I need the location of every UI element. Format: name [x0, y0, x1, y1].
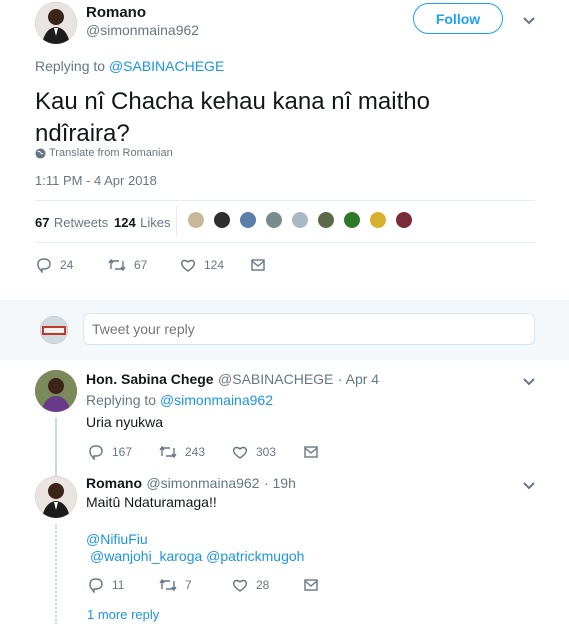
reply1-like-count: 303: [256, 445, 277, 459]
reply2-text: Maitû Ndaturamaga!!: [86, 494, 217, 510]
reply1-time[interactable]: · Apr 4: [338, 371, 379, 387]
reply-icon: [37, 258, 51, 273]
reply2-mention-nifiufiu[interactable]: @NifiuFiu: [86, 531, 148, 547]
author-name[interactable]: Romano: [86, 4, 146, 21]
follow-button[interactable]: Follow: [413, 3, 503, 34]
reply2-time[interactable]: · 19h: [264, 475, 296, 491]
reply1-replying-prefix: Replying to: [86, 392, 157, 408]
liker-avatar[interactable]: [186, 210, 206, 230]
liker-avatar[interactable]: [264, 210, 284, 230]
liker-avatar[interactable]: [368, 210, 388, 230]
author-handle[interactable]: @simonmaina962: [86, 22, 199, 38]
reply-icon: [89, 445, 103, 460]
reply2-mentions-line: @wanjohi_karoga @patrickmugoh: [90, 548, 304, 564]
reply2-mention-wanjohi[interactable]: @wanjohi_karoga: [90, 548, 202, 564]
retweets-label: Retweets: [53, 215, 109, 230]
reply1-reply-action[interactable]: 167: [88, 444, 132, 460]
author-avatar[interactable]: [35, 2, 77, 44]
liker-avatar[interactable]: [290, 210, 310, 230]
retweet-action[interactable]: 67: [108, 257, 147, 273]
reply2-header: Romano @simonmaina962 · 19h: [86, 475, 296, 493]
reply-icon: [89, 578, 103, 593]
dm-action[interactable]: [250, 257, 274, 273]
reply1-replying-to: Replying to @simonmaina962: [86, 392, 273, 408]
liker-avatar[interactable]: [238, 210, 258, 230]
retweets-stat[interactable]: 67 Retweets: [35, 214, 108, 232]
mail-icon: [251, 259, 265, 271]
reply2-avatar[interactable]: [35, 476, 77, 518]
liker-avatar[interactable]: [394, 210, 414, 230]
tweet-text: Kau nî Chacha kehau kana nî maitho ndîra…: [35, 86, 535, 150]
thread-line: [55, 524, 57, 624]
liker-avatar[interactable]: [342, 210, 362, 230]
retweet-count: 67: [134, 258, 148, 272]
reply2-like-count: 28: [256, 578, 270, 592]
chevron-down-icon[interactable]: [521, 477, 537, 493]
tweet-text-line2: ndîraira?: [35, 120, 130, 147]
heart-icon: [232, 446, 248, 459]
like-action[interactable]: 124: [180, 257, 224, 273]
reply1-author-handle[interactable]: @SABINACHEGE: [218, 371, 333, 387]
stats-divider: [176, 206, 177, 236]
reply2-reply-count: 11: [112, 578, 125, 592]
reply1-header: Hon. Sabina Chege @SABINACHEGE · Apr 4: [86, 371, 379, 389]
reply2-author-name[interactable]: Romano: [86, 475, 142, 491]
liker-avatar[interactable]: [316, 210, 336, 230]
replying-prefix: Replying to: [35, 58, 106, 74]
reply1-text: Uria nyukwa: [86, 414, 164, 430]
thread-line: [55, 418, 57, 476]
globe-icon: [35, 147, 46, 159]
replying-to-link[interactable]: @SABINACHEGE: [109, 58, 224, 74]
reply1-retweet-count: 243: [185, 445, 206, 459]
timestamp[interactable]: 1:11 PM - 4 Apr 2018: [35, 173, 157, 188]
liker-avatar[interactable]: [212, 210, 232, 230]
mail-icon: [304, 579, 318, 591]
viewer-avatar: [40, 316, 68, 344]
chevron-down-icon[interactable]: [521, 373, 537, 389]
retweet-icon: [159, 445, 177, 459]
likes-stat[interactable]: 124 Likes: [114, 214, 171, 232]
likes-label: Likes: [140, 215, 171, 230]
reply1-dm-action[interactable]: [303, 444, 327, 460]
reply2-dm-action[interactable]: [303, 577, 327, 593]
divider-top: [35, 200, 535, 201]
reply2-like-action[interactable]: 28: [232, 577, 269, 593]
translate-link[interactable]: Translate from Romanian: [35, 147, 173, 159]
tweet-text-line1: Kau nî Chacha kehau kana nî maitho: [35, 88, 430, 115]
reply1-avatar[interactable]: [35, 370, 77, 412]
reply2-reply-action[interactable]: 11: [88, 577, 124, 593]
mail-icon: [304, 446, 318, 458]
heart-icon: [232, 579, 248, 592]
replying-to: Replying to @SABINACHEGE: [35, 58, 224, 74]
likes-count: 124: [114, 215, 136, 230]
like-count: 124: [204, 258, 225, 272]
translate-label[interactable]: Translate from Romanian: [49, 147, 173, 159]
reply2-author-handle[interactable]: @simonmaina962: [146, 475, 259, 491]
reply1-replying-link[interactable]: @simonmaina962: [160, 392, 273, 408]
reply2-retweet-count: 7: [185, 578, 192, 592]
reply-count: 24: [60, 258, 74, 272]
chevron-down-icon[interactable]: [521, 12, 537, 28]
retweet-icon: [159, 578, 177, 592]
reply2-mention-patrick[interactable]: @patrickmugoh: [206, 548, 304, 564]
reply2-retweet-action[interactable]: 7: [159, 577, 192, 593]
reply-action[interactable]: 24: [36, 257, 73, 273]
reply1-retweet-action[interactable]: 243: [159, 444, 205, 460]
divider-bottom: [35, 242, 535, 243]
reply1-author-name[interactable]: Hon. Sabina Chege: [86, 371, 214, 387]
retweets-count: 67: [35, 215, 50, 230]
heart-icon: [180, 259, 196, 272]
retweet-icon: [108, 258, 126, 272]
reply1-like-action[interactable]: 303: [232, 444, 276, 460]
more-replies-link[interactable]: 1 more reply: [87, 607, 159, 622]
reply1-reply-count: 167: [112, 445, 133, 459]
reply-input[interactable]: [83, 313, 535, 345]
